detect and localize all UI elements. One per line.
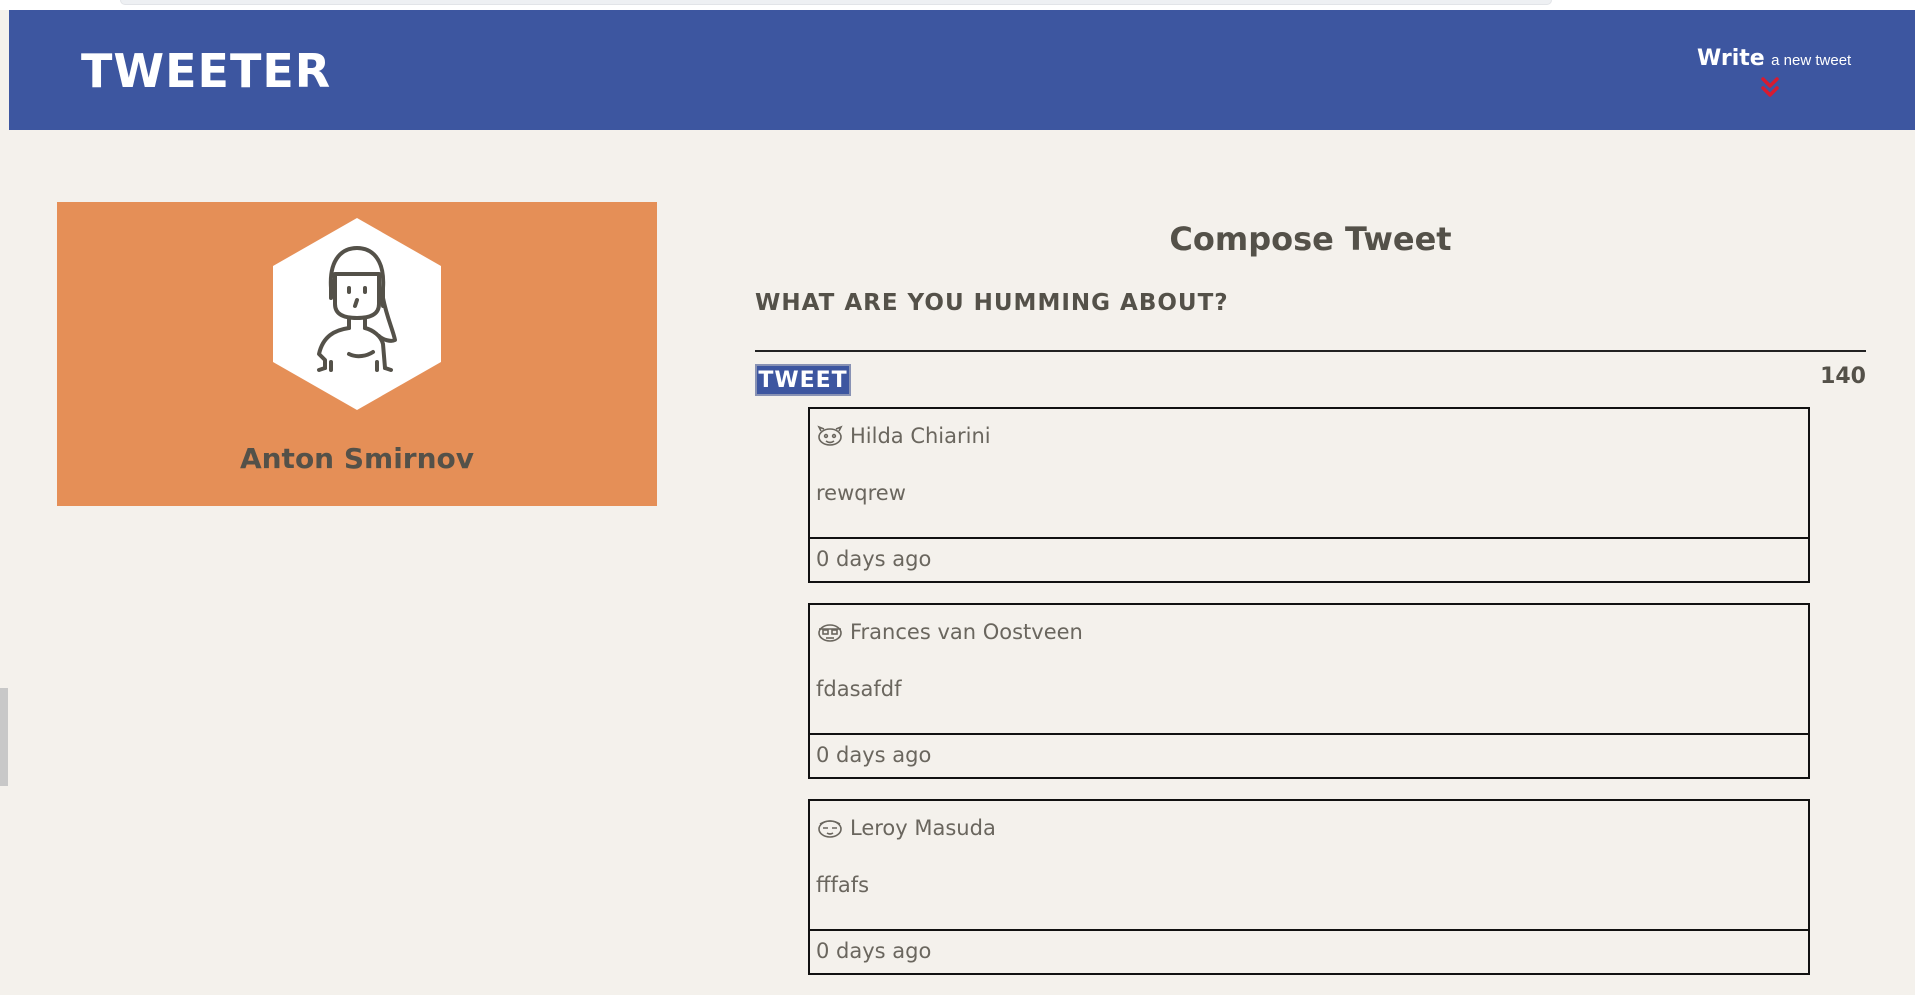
tweet-timestamp: 0 days ago: [816, 939, 932, 963]
tweet-card: Frances van Oostveen fdasafdf 0 days ago: [808, 603, 1810, 779]
compose-title: Compose Tweet: [1169, 220, 1452, 258]
avatar-face-icon: [818, 820, 842, 838]
top-navbar: TWEETER Write a new tweet: [9, 10, 1915, 130]
tweet-user-name: Hilda Chiarini: [850, 424, 991, 448]
tweet-user-name: Frances van Oostveen: [850, 620, 1083, 644]
tweet-content: fdasafdf: [816, 677, 902, 701]
compose-prompt-label: What are you humming about?: [755, 290, 1229, 316]
scrollbar-thumb[interactable]: [0, 688, 8, 786]
compose-toggle-button[interactable]: Write a new tweet: [1697, 46, 1857, 106]
tweet-card: Leroy Masuda fffafs 0 days ago: [808, 799, 1810, 975]
tweet-list: Hilda Chiarini rewqrew 0 days ago France…: [808, 407, 1810, 995]
compose-form: What are you humming about? TWEET 140: [755, 290, 1866, 400]
tweet-user-name: Leroy Masuda: [850, 816, 996, 840]
profile-name: Anton Smirnov: [239, 442, 475, 475]
new-tweet-label: a new tweet: [1771, 52, 1852, 69]
tweet-card: Hilda Chiarini rewqrew 0 days ago: [808, 407, 1810, 583]
browser-top-strip: [0, 0, 1915, 10]
tweet-header: Hilda Chiarini: [816, 421, 991, 451]
tweet-timestamp: 0 days ago: [816, 743, 932, 767]
tweet-footer: 0 days ago: [810, 733, 1808, 777]
tweet-footer: 0 days ago: [810, 537, 1808, 581]
tweet-header: Leroy Masuda: [816, 813, 996, 843]
app-logo[interactable]: TWEETER: [81, 44, 331, 98]
write-label: Write: [1697, 46, 1765, 71]
user-avatar-icon: [273, 218, 441, 410]
profile-card: Anton Smirnov: [57, 202, 657, 506]
avatar-face-icon: [817, 425, 843, 446]
tweet-header: Frances van Oostveen: [816, 617, 1083, 647]
tweet-submit-button[interactable]: TWEET: [755, 364, 851, 396]
tweet-content: rewqrew: [816, 481, 906, 505]
tweet-footer: 0 days ago: [810, 929, 1808, 973]
tweet-content: fffafs: [816, 873, 870, 897]
address-bar[interactable]: [120, 0, 1552, 5]
double-chevron-down-icon: [1761, 77, 1779, 97]
tweet-text-input[interactable]: [755, 326, 1866, 352]
tweet-timestamp: 0 days ago: [816, 547, 932, 571]
character-counter: 140: [1820, 364, 1866, 389]
avatar-face-icon: [818, 624, 842, 642]
